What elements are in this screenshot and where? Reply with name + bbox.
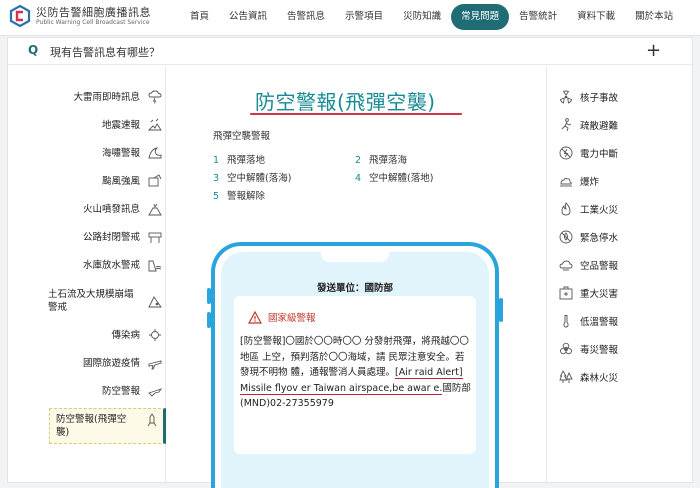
alert-level: 國家級警報 xyxy=(248,310,316,324)
air-raid-icon xyxy=(148,388,162,397)
volcano-icon xyxy=(148,203,162,216)
title-underline xyxy=(250,113,462,115)
right-item-air-quality[interactable]: 空品警報 xyxy=(559,258,618,272)
alert-subtitle: 飛彈空襲警報 xyxy=(213,131,271,142)
left-item-thunderstorm[interactable]: 大雷雨即時訊息 xyxy=(48,90,166,104)
virus-icon xyxy=(149,329,161,341)
evacuation-icon xyxy=(561,118,572,132)
right-item-forest-fire[interactable]: 森林火災 xyxy=(559,370,618,384)
right-item-industrial-fire[interactable]: 工業火災 xyxy=(559,202,618,216)
faq-question-bar[interactable]: Q 現有告警訊息有哪些？ + xyxy=(8,38,692,65)
phone-mockup: 發送單位：國防部 國家級警報 [防空警報]〇國於〇〇時〇〇 分發射飛彈，將飛越〇… xyxy=(211,242,499,488)
alert-title: 防空警報(飛彈空襲) xyxy=(255,90,436,114)
left-item-earthquake[interactable]: 地震速報 xyxy=(48,118,166,132)
right-item-explosion[interactable]: 爆炸 xyxy=(559,174,599,188)
right-item-low-temp[interactable]: 低溫警報 xyxy=(559,314,618,328)
brand-title[interactable]: 災防告警細胞廣播訊息 xyxy=(36,4,151,20)
right-item-water-stop[interactable]: 緊急停水 xyxy=(559,230,618,244)
right-item-nuclear[interactable]: 核子事故 xyxy=(559,90,618,104)
left-item-missile[interactable]: 防空警報(飛彈空襲) xyxy=(49,408,166,444)
landslide-icon xyxy=(148,296,162,308)
nav-statistics[interactable]: 告警統計 xyxy=(509,4,567,30)
phone-notch xyxy=(321,252,389,262)
right-item-power-outage[interactable]: 電力中斷 xyxy=(559,146,618,160)
left-item-typhoon[interactable]: 颱風強風 xyxy=(48,174,166,188)
water-stop-icon xyxy=(559,230,573,244)
brand-subtitle: Public Warning Cell Broadcast Service xyxy=(36,19,150,26)
alert-message-text: [防空警報]〇國於〇〇時〇〇 分發射飛彈，將飛越〇〇地區 上空，預判落於〇〇海域… xyxy=(240,336,471,409)
phone-screen: 發送單位：國防部 國家級警報 [防空警報]〇國於〇〇時〇〇 分發射飛彈，將飛越〇… xyxy=(221,252,489,488)
nav-announcements[interactable]: 公告資訊 xyxy=(219,4,277,30)
step-item: 2 飛彈落海 xyxy=(355,155,408,166)
travel-icon xyxy=(148,360,162,370)
biohazard-icon xyxy=(560,342,572,355)
warning-icon xyxy=(248,310,262,324)
left-item-road-closure[interactable]: 公路封閉警戒 xyxy=(48,230,166,244)
thermometer-icon xyxy=(563,315,569,328)
expand-icon[interactable]: + xyxy=(646,40,661,61)
tsunami-icon xyxy=(148,147,162,159)
site-header: 災防告警細胞廣播訊息 Public Warning Cell Broadcast… xyxy=(0,0,700,36)
step-item: 1 飛彈落地 xyxy=(213,155,266,166)
left-item-landslide[interactable]: 土石流及大規模崩塌警戒 xyxy=(48,288,166,314)
fire-icon xyxy=(561,202,571,216)
first-aid-icon xyxy=(559,286,573,300)
forest-fire-icon xyxy=(559,370,573,383)
right-alert-menu: 核子事故 疏散避難 電力中斷 爆炸 工業火災 緊急停水 空品警報 重大災害 低溫… xyxy=(546,66,692,484)
site-logo-icon[interactable] xyxy=(8,4,32,28)
typhoon-icon xyxy=(148,174,162,187)
left-item-travel[interactable]: 國際旅遊疫情 xyxy=(48,356,166,370)
left-item-volcano[interactable]: 火山噴發訊息 xyxy=(48,202,166,216)
alert-message-card: 國家級警報 [防空警報]〇國於〇〇時〇〇 分發射飛彈，將飛越〇〇地區 上空，預判… xyxy=(234,296,476,454)
nav-warning-items[interactable]: 示警項目 xyxy=(335,4,393,30)
nav-knowledge[interactable]: 災防知識 xyxy=(393,4,451,30)
main-nav: 首頁 公告資訊 告警訊息 示警項目 災防知識 常見問題 告警統計 資料下載 關於… xyxy=(180,4,683,30)
nav-home[interactable]: 首頁 xyxy=(180,4,219,30)
step-item: 4 空中解體(落地) xyxy=(355,173,434,184)
step-item: 5 警報解除 xyxy=(213,191,266,202)
left-item-tsunami[interactable]: 海嘯警報 xyxy=(48,146,166,160)
right-item-evacuation[interactable]: 疏散避難 xyxy=(559,118,618,132)
sender-label: 發送單位：國防部 xyxy=(316,283,393,294)
missile-icon xyxy=(147,413,157,427)
nav-faq[interactable]: 常見問題 xyxy=(451,4,510,30)
left-item-disease[interactable]: 傳染病 xyxy=(48,328,166,342)
faq-panel: Q 現有告警訊息有哪些？ + 大雷雨即時訊息 地震速報 海嘯警報 颱風強風 火山… xyxy=(7,37,693,488)
nav-about[interactable]: 關於本站 xyxy=(625,4,683,30)
explosion-icon xyxy=(560,177,572,187)
nav-downloads[interactable]: 資料下載 xyxy=(567,4,625,30)
radiation-icon xyxy=(559,90,573,104)
thunderstorm-icon xyxy=(148,90,162,104)
question-mark: Q xyxy=(28,43,39,57)
left-item-air-raid[interactable]: 防空警報 xyxy=(48,384,166,398)
earthquake-icon xyxy=(148,118,162,131)
power-outage-icon xyxy=(559,146,573,160)
question-text: 現有告警訊息有哪些？ xyxy=(50,46,160,59)
right-item-major-disaster[interactable]: 重大災害 xyxy=(559,286,618,300)
air-quality-icon xyxy=(559,260,573,271)
alert-detail: 防空警報(飛彈空襲) 飛彈空襲警報 1 飛彈落地 2 飛彈落海 3 空中解體(落海) … xyxy=(167,66,545,488)
road-closure-icon xyxy=(148,232,162,243)
right-item-toxic[interactable]: 毒災警報 xyxy=(559,342,618,356)
left-alert-menu: 大雷雨即時訊息 地震速報 海嘯警報 颱風強風 火山噴發訊息 公路封閉警戒 水庫放… xyxy=(8,66,166,484)
phone-side-button xyxy=(499,298,503,322)
nav-alerts[interactable]: 告警訊息 xyxy=(277,4,335,30)
reservoir-icon xyxy=(148,260,162,272)
step-item: 3 空中解體(落海) xyxy=(213,173,292,184)
left-item-reservoir[interactable]: 水庫放水警戒 xyxy=(48,258,166,272)
